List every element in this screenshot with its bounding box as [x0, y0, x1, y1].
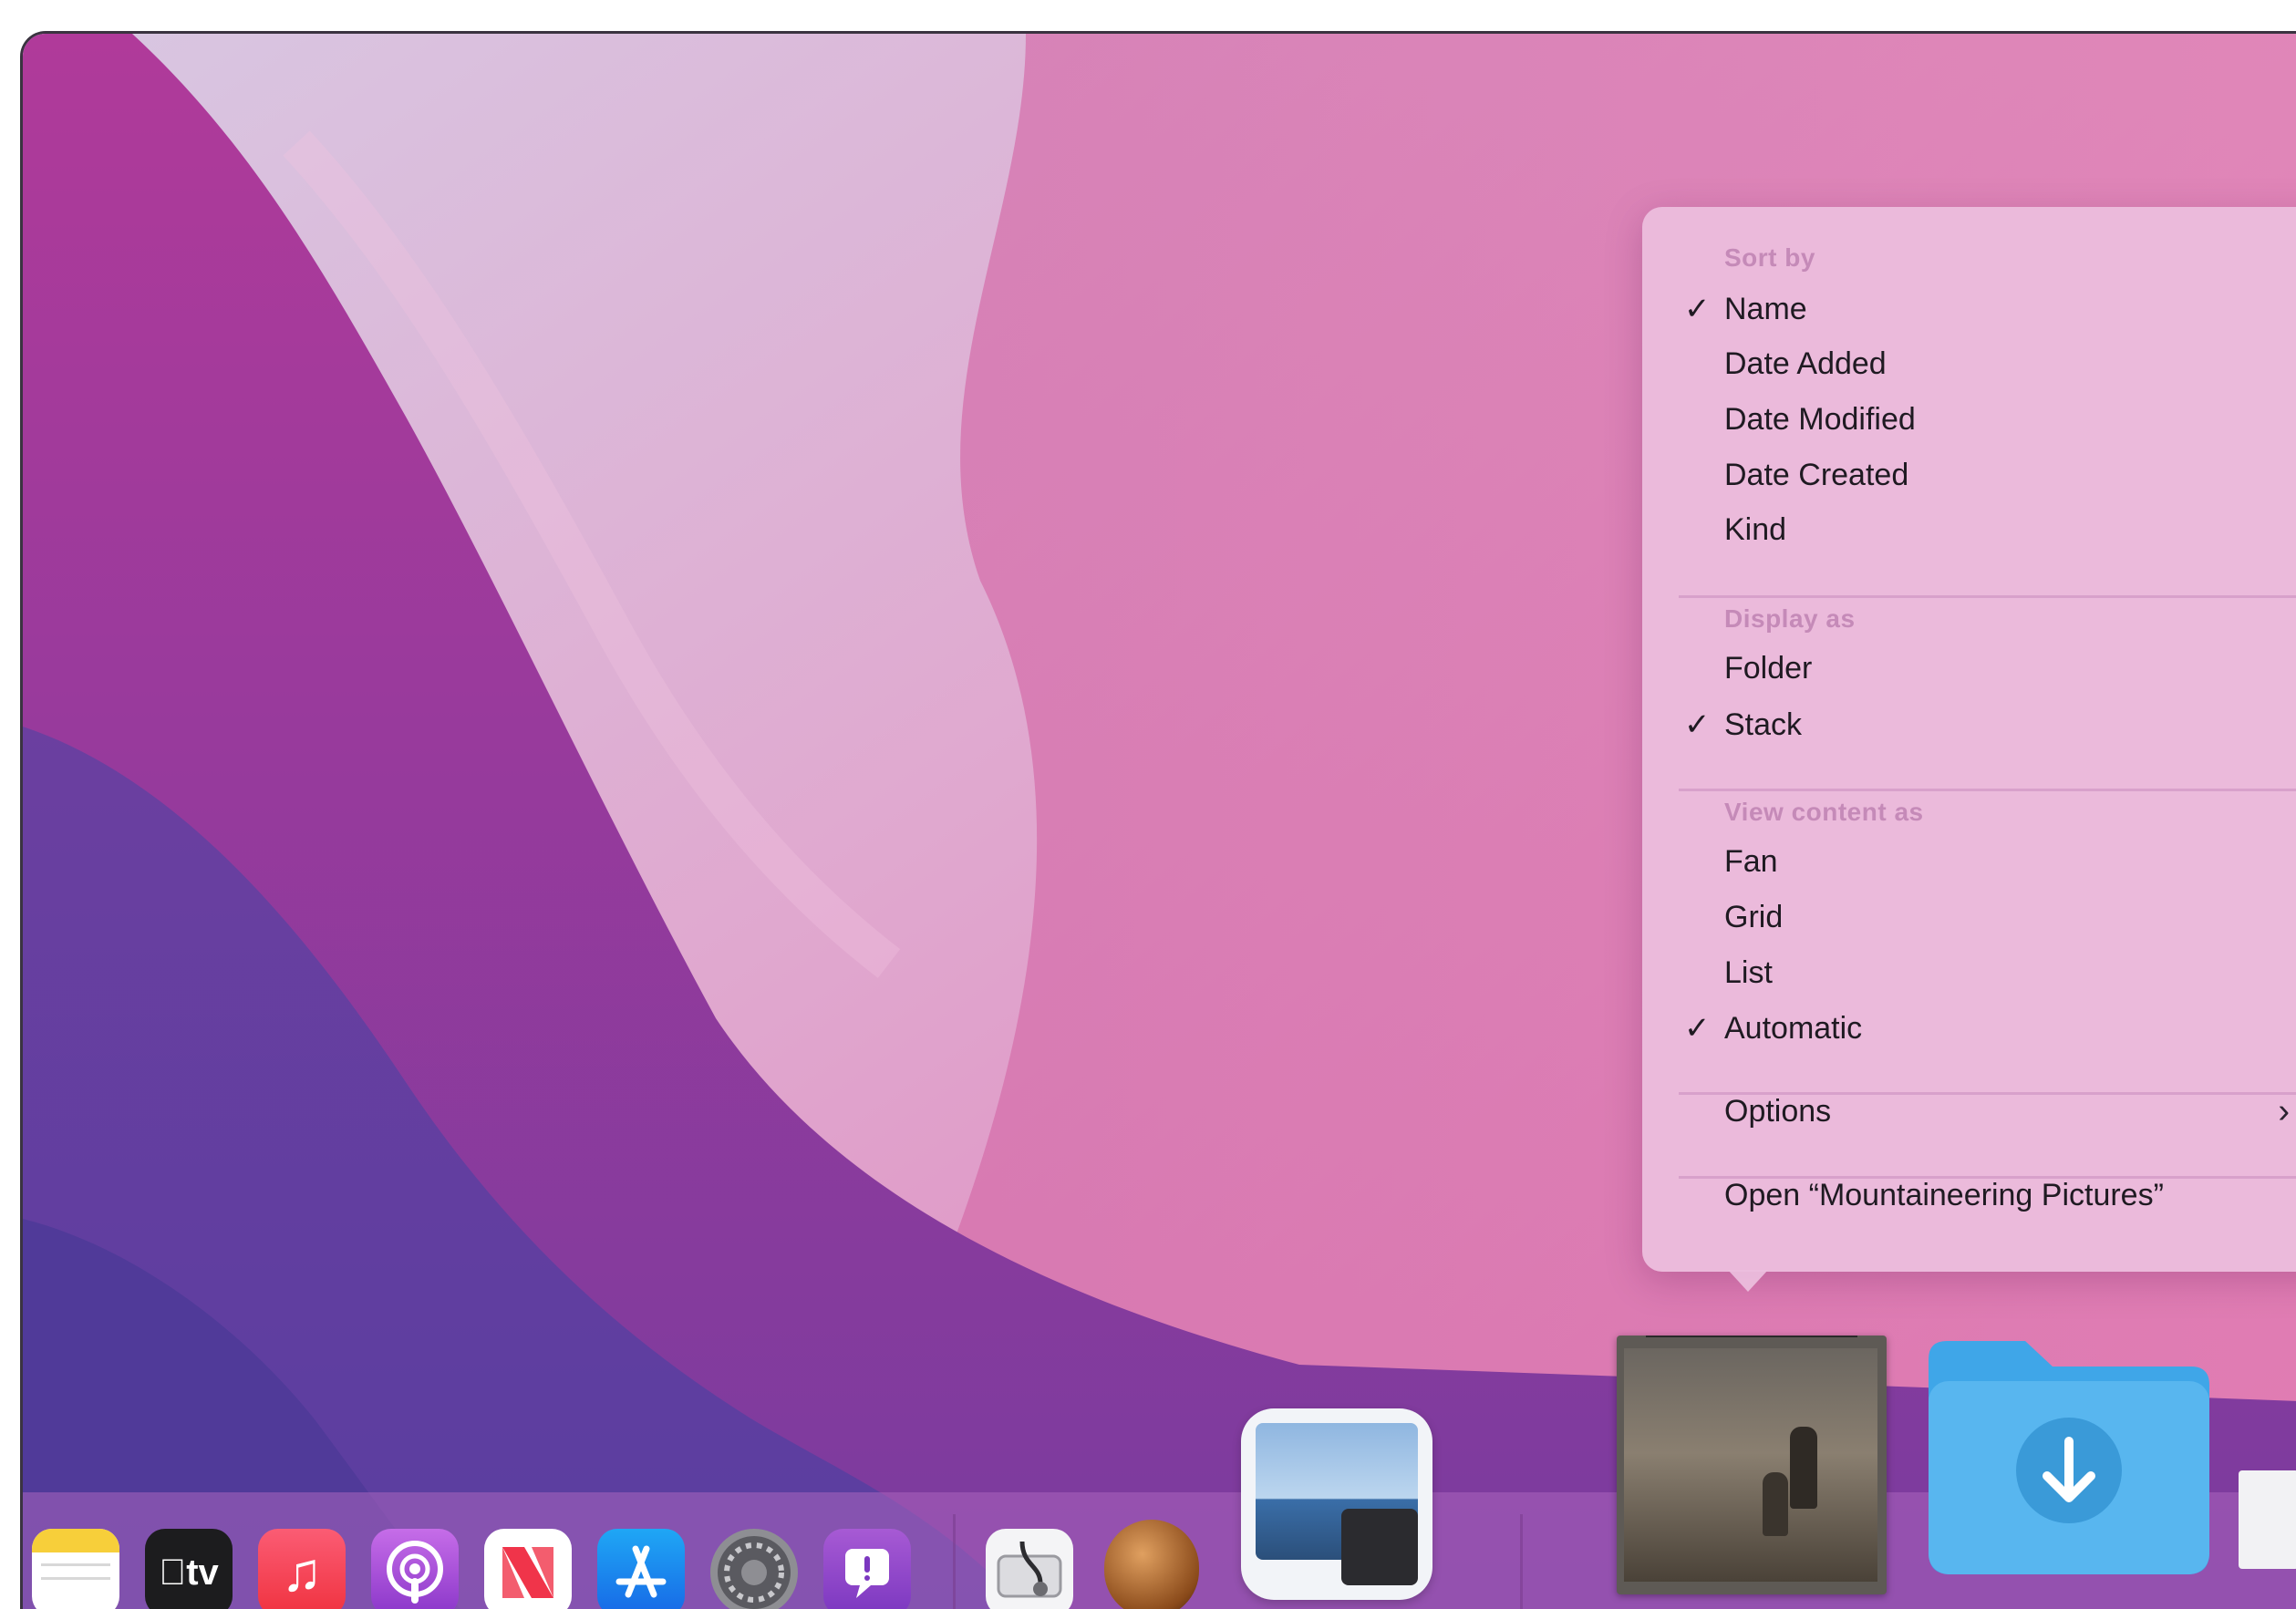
- menu-item-view-automatic[interactable]: ✓ Automatic: [1684, 1003, 2296, 1054]
- menu-item-display-stack[interactable]: ✓ Stack: [1684, 699, 2296, 750]
- dock-divider: [953, 1514, 956, 1609]
- podcasts-icon[interactable]: [371, 1529, 459, 1609]
- menu-pointer: [1728, 1270, 1768, 1292]
- sort-by-header: Sort by: [1724, 243, 1815, 272]
- menu-item-label: Date Created: [1724, 458, 1909, 492]
- mountaineering-pictures-stack[interactable]: [1617, 1336, 1887, 1594]
- menu-item-open-folder[interactable]: Open “Mountaineering Pictures”: [1724, 1170, 2296, 1221]
- desktop: tv ♫: [20, 31, 2296, 1609]
- menu-item-label: Grid: [1724, 900, 1784, 934]
- menu-item-sort-date-modified[interactable]: Date Modified: [1724, 394, 2296, 445]
- feedback-assistant-icon[interactable]: [823, 1529, 911, 1609]
- chevron-right-icon: ›: [2278, 1092, 2290, 1130]
- menu-item-label: Automatic: [1724, 1011, 1863, 1046]
- checkmark-icon: ✓: [1684, 292, 1711, 326]
- dock-divider-2: [1520, 1514, 1523, 1609]
- music-icon[interactable]: ♫: [258, 1529, 346, 1609]
- menu-item-label: Kind: [1724, 512, 1787, 547]
- system-preferences-icon[interactable]: [710, 1529, 798, 1609]
- menu-item-label: Options: [1724, 1094, 1832, 1129]
- menu-item-label: Folder: [1724, 651, 1813, 686]
- menu-item-view-fan[interactable]: Fan: [1724, 836, 2296, 887]
- checkmark-icon: ✓: [1684, 707, 1711, 742]
- dock-stack-context-menu: Sort by ✓ Name Date Added Date Modified …: [1642, 207, 2296, 1272]
- menu-item-label: Open “Mountaineering Pictures”: [1724, 1178, 2164, 1212]
- menu-item-label: Date Modified: [1724, 402, 1916, 437]
- menu-item-label: List: [1724, 955, 1773, 990]
- menu-item-label: Stack: [1724, 707, 1803, 742]
- menu-item-sort-date-created[interactable]: Date Created: [1724, 449, 2296, 500]
- menu-item-view-grid[interactable]: Grid: [1724, 892, 2296, 943]
- menu-item-sort-date-added[interactable]: Date Added: [1724, 338, 2296, 389]
- menu-item-view-list[interactable]: List: [1724, 947, 2296, 998]
- view-content-as-header: View content as: [1724, 798, 1924, 826]
- menu-separator: [1679, 595, 2296, 598]
- apple-tv-label: tv: [159, 1552, 219, 1593]
- disk-utility-icon[interactable]: [986, 1529, 1073, 1609]
- menu-item-display-folder[interactable]: Folder: [1724, 643, 2296, 694]
- menu-item-label: Date Added: [1724, 346, 1887, 381]
- menu-separator: [1679, 789, 2296, 791]
- menu-item-sort-name[interactable]: ✓ Name: [1684, 284, 2296, 335]
- downloads-folder-icon[interactable]: [1925, 1334, 2213, 1578]
- preview-icon[interactable]: [1241, 1408, 1432, 1600]
- notes-icon[interactable]: [32, 1529, 119, 1609]
- checkmark-icon: ✓: [1684, 1011, 1711, 1046]
- display-as-header: Display as: [1724, 604, 1856, 633]
- news-icon[interactable]: [484, 1529, 572, 1609]
- menu-item-sort-kind[interactable]: Kind: [1724, 504, 2296, 555]
- menu-item-label: Name: [1724, 292, 1807, 326]
- document-stack-icon[interactable]: [2239, 1470, 2296, 1569]
- app-store-icon[interactable]: [597, 1529, 685, 1609]
- apple-tv-icon[interactable]: tv: [145, 1529, 233, 1609]
- menu-item-label: Fan: [1724, 844, 1778, 879]
- menu-item-options[interactable]: Options ›: [1724, 1086, 2296, 1137]
- cocoa-app-icon[interactable]: [1104, 1520, 1199, 1609]
